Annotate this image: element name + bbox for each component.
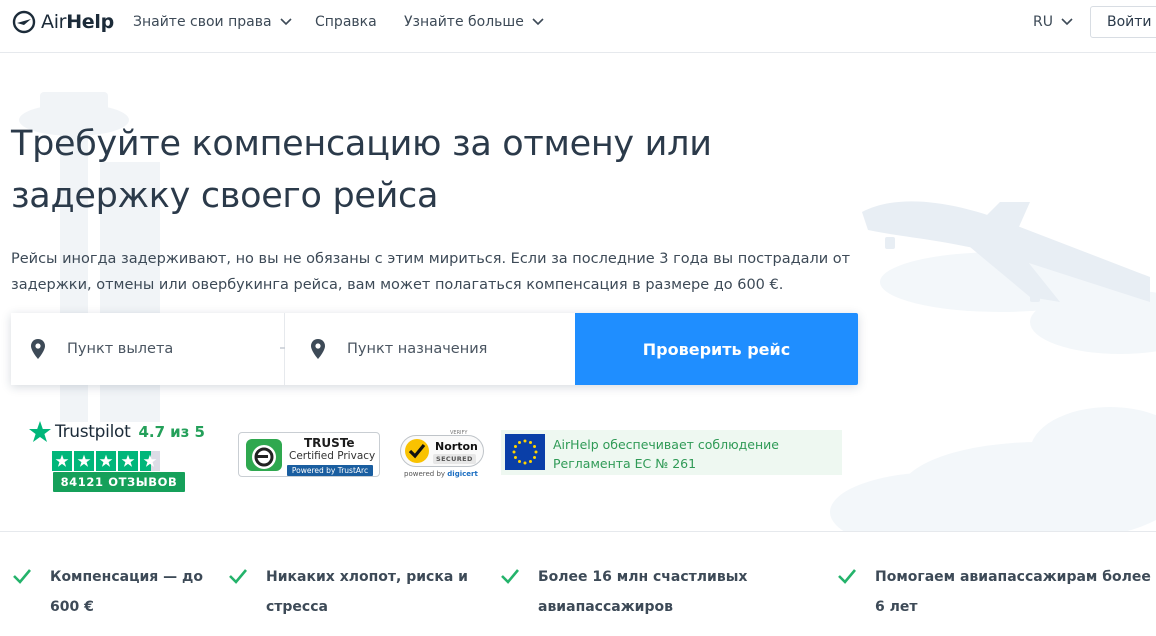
eu-star (534, 450, 538, 454)
airhelp-logo[interactable]: AirHelp (12, 9, 114, 35)
norton-secured: SECURED (433, 454, 476, 464)
eu-text-line2: Регламента ЕС № 261 (553, 456, 697, 471)
checkmark-icon (838, 569, 856, 584)
trustpilot-review-count: 84121 ОТЗЫВОВ (53, 472, 185, 492)
norton-powered: powered by digicert (404, 470, 478, 478)
benefit-item: Более 16 млн счастливых авиапассажиров (500, 562, 747, 622)
trustpilot-score: 4.7 (138, 423, 166, 441)
eu-flag-icon (505, 434, 545, 470)
trustpilot-scale: из 5 (170, 423, 205, 441)
eu-star (529, 440, 532, 444)
airhelp-logo-icon (12, 10, 36, 34)
top-header: AirHelp Знайте свои права Справка Узнайт… (0, 0, 1156, 53)
logo-text: AirHelp (41, 11, 114, 33)
trustpilot-stars (52, 451, 160, 471)
eu-star (513, 456, 517, 459)
eu-star (523, 461, 527, 465)
checkmark-icon (229, 569, 247, 584)
location-pin-icon (311, 339, 325, 359)
language-label: RU (1033, 14, 1053, 30)
eu-regulation-badge: AirHelp обеспечивает соблюдение Регламен… (501, 430, 842, 475)
language-selector[interactable]: RU (1033, 0, 1073, 44)
benefit-item: Помогаем авиапассажирам более 6 лет (837, 562, 1151, 622)
eu-regulation-text: AirHelp обеспечивает соблюдение Регламен… (553, 435, 779, 473)
nav-label: Справка (315, 14, 377, 30)
nav-know-your-rights[interactable]: Знайте свои права (133, 0, 292, 44)
checkmark-icon (501, 569, 519, 584)
eu-star (518, 440, 521, 444)
nav-help[interactable]: Справка (315, 0, 377, 44)
chevron-down-icon (532, 18, 544, 26)
trustpilot-name: Trustpilot (55, 422, 131, 442)
rating-star (74, 451, 94, 471)
truste-badge[interactable]: TRUSTe Certified Privacy Powered by Trus… (238, 432, 380, 477)
benefit-text: Более 16 млн счастливых авиапассажиров (538, 569, 748, 615)
section-divider (0, 531, 1156, 532)
departure-input[interactable] (11, 313, 284, 385)
trustpilot-rating[interactable]: Trustpilot 4.7 из 5 84121 ОТЗЫВОВ (28, 419, 205, 492)
nav-label: Знайте свои права (133, 14, 272, 30)
flight-search-form: Проверить рейс (11, 313, 858, 385)
norton-seal: Norton SECURED (400, 435, 484, 467)
benefit-text: Никаких хлопот, риска и стресса (266, 569, 468, 615)
eu-star (518, 460, 521, 464)
departure-field (11, 313, 285, 385)
check-flight-button[interactable]: Проверить рейс (575, 313, 858, 385)
location-pin-icon (31, 339, 45, 359)
checkmark-icon (13, 569, 31, 584)
nav-label: Узнайте больше (404, 14, 524, 30)
benefit-item: Компенсация — до 600 € (12, 562, 203, 622)
norton-check-icon (405, 439, 429, 463)
norton-badge[interactable]: VERIFY Norton SECURED powered by digicer… (398, 430, 488, 482)
rating-star (140, 451, 160, 471)
eu-star (533, 456, 537, 459)
login-button[interactable]: Войти (1090, 6, 1156, 38)
eu-star (529, 460, 532, 464)
norton-name: Norton (435, 440, 478, 453)
eu-star (512, 450, 516, 454)
rating-star (96, 451, 116, 471)
eu-star (523, 439, 527, 443)
rating-star (52, 451, 72, 471)
nav-learn-more[interactable]: Узнайте больше (404, 0, 544, 44)
benefit-item: Никаких хлопот, риска и стресса (228, 562, 468, 622)
page-title: Требуйте компенсацию за отмену или задер… (11, 124, 712, 216)
eu-text-line1: AirHelp обеспечивает соблюдение (553, 437, 779, 452)
truste-logo-icon (246, 439, 282, 471)
benefit-text: Помогаем авиапассажирам более 6 лет (875, 569, 1151, 615)
truste-subtitle: Certified Privacy (289, 450, 376, 462)
rating-star (118, 451, 138, 471)
chevron-down-icon (279, 18, 292, 26)
destination-input[interactable] (285, 313, 575, 385)
benefit-text: Компенсация — до 600 € (50, 569, 203, 615)
truste-title: TRUSTe (304, 436, 355, 450)
hero-subtitle: Рейсы иногда задерживают, но вы не обяза… (11, 251, 851, 293)
truste-powered: Powered by TrustArc (287, 465, 373, 476)
trustpilot-star-icon (29, 421, 51, 442)
eu-star (533, 445, 537, 448)
eu-star (513, 445, 517, 448)
chevron-down-icon (1061, 18, 1073, 26)
destination-field (285, 313, 575, 385)
